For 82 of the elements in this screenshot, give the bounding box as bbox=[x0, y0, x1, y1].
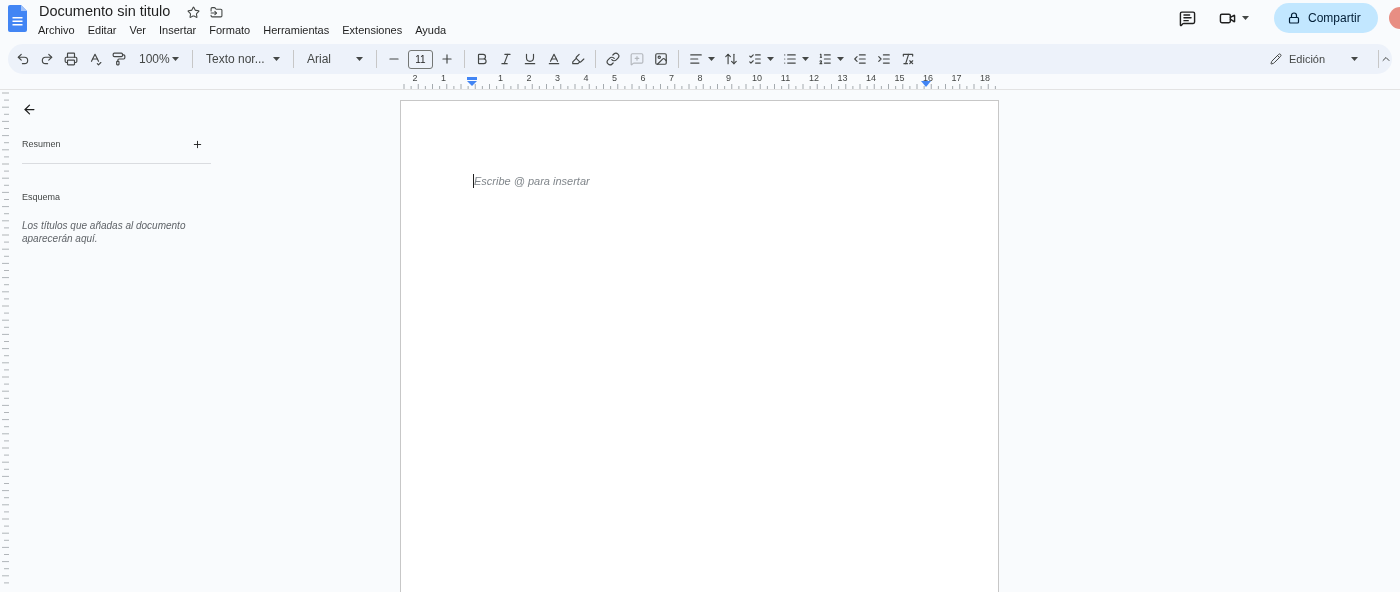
ruler-number: 1 bbox=[497, 74, 504, 83]
ruler-number: 3 bbox=[554, 74, 561, 83]
ruler-number: 14 bbox=[865, 74, 877, 83]
document-page[interactable]: Escribe @ para insertar bbox=[400, 100, 999, 592]
ruler-number: 12 bbox=[808, 74, 820, 83]
ruler-number: 5 bbox=[611, 74, 618, 83]
ruler-number: 2 bbox=[411, 74, 419, 83]
ruler-number: 4 bbox=[582, 74, 590, 83]
ruler-number: 11 bbox=[779, 74, 792, 83]
outline-empty-message: Los títulos que añadas al documento aparecerán aquí. bbox=[22, 219, 187, 245]
menu-item[interactable]: Formato bbox=[209, 21, 251, 39]
numbered-list-icon bbox=[817, 52, 832, 66]
italic-icon bbox=[499, 52, 513, 66]
menu-item[interactable]: Archivo bbox=[38, 21, 75, 39]
paint-roller-icon bbox=[112, 52, 126, 66]
toolbar-dropdown[interactable]: Texto nor... bbox=[198, 47, 288, 71]
ruler-number: 10 bbox=[751, 74, 763, 83]
ruler-number: 9 bbox=[725, 74, 732, 83]
share-button[interactable]: Compartir bbox=[1274, 3, 1378, 33]
ruler-number: 18 bbox=[979, 74, 991, 83]
image-icon bbox=[654, 52, 668, 66]
star-icon bbox=[187, 5, 201, 19]
caret-icon bbox=[707, 57, 715, 61]
indent-increase-icon bbox=[877, 52, 891, 66]
caret-icon bbox=[172, 57, 179, 61]
caret-icon bbox=[1242, 16, 1249, 20]
pencil-icon bbox=[1270, 53, 1282, 65]
ruler-number: 17 bbox=[950, 74, 963, 83]
mode-dropdown[interactable]: Edición bbox=[1268, 47, 1368, 71]
docs-logo-icon[interactable] bbox=[8, 5, 27, 32]
caret-icon bbox=[1351, 57, 1358, 61]
comments-icon[interactable] bbox=[1179, 9, 1196, 27]
ruler-number: 13 bbox=[836, 74, 849, 83]
menu-item[interactable]: Insertar bbox=[158, 21, 197, 39]
ruler-number: 8 bbox=[696, 74, 704, 83]
indent-marker[interactable] bbox=[467, 77, 477, 86]
caret-icon bbox=[766, 57, 774, 61]
caret-icon bbox=[801, 57, 809, 61]
menu-item[interactable]: Ayuda bbox=[415, 21, 447, 39]
plus-icon bbox=[440, 52, 454, 66]
align-left-icon bbox=[688, 52, 703, 66]
ruler-number: 6 bbox=[639, 74, 647, 83]
link-icon bbox=[606, 52, 620, 66]
ruler-number: 15 bbox=[893, 74, 906, 83]
line-spacing-icon bbox=[724, 52, 738, 66]
add-comment-icon bbox=[630, 52, 644, 66]
back-arrow-icon[interactable] bbox=[22, 102, 37, 117]
add-summary-icon[interactable] bbox=[192, 139, 203, 151]
ruler-number: 7 bbox=[668, 74, 675, 83]
caret-icon bbox=[273, 57, 280, 61]
printer-icon bbox=[64, 52, 78, 66]
text-color-icon bbox=[547, 52, 561, 66]
spellcheck-icon bbox=[88, 52, 102, 66]
bold-icon bbox=[475, 52, 489, 66]
redo-icon bbox=[40, 52, 54, 66]
menu-item[interactable]: Extensiones bbox=[342, 21, 403, 39]
summary-label: Resumen bbox=[22, 138, 61, 151]
caret-icon bbox=[356, 57, 363, 61]
menu-item[interactable]: Editar bbox=[87, 21, 117, 39]
menu-item[interactable]: Ver bbox=[129, 21, 146, 39]
document-title[interactable]: Documento sin titulo bbox=[38, 1, 172, 23]
ruler-number: 2 bbox=[525, 74, 533, 83]
toolbar-dropdown[interactable]: 100% bbox=[131, 47, 187, 71]
lock-icon bbox=[1288, 12, 1300, 24]
font-size-field[interactable]: 11 bbox=[408, 49, 433, 69]
outline-label: Esquema bbox=[22, 190, 62, 204]
indent-marker[interactable] bbox=[921, 81, 931, 87]
star-button[interactable] bbox=[187, 5, 201, 19]
toolbar-dropdown[interactable]: Arial bbox=[299, 47, 371, 71]
undo-icon bbox=[16, 52, 30, 66]
highlighter-icon bbox=[571, 52, 585, 66]
underline-icon bbox=[523, 52, 537, 66]
menu-item[interactable]: Herramientas bbox=[263, 21, 330, 39]
clear-formatting-icon bbox=[901, 52, 915, 66]
caret-icon bbox=[836, 57, 844, 61]
ruler-number: 1 bbox=[440, 74, 447, 83]
bulleted-list-icon bbox=[782, 52, 797, 66]
move-button[interactable] bbox=[210, 5, 224, 19]
placeholder-text: Escribe @ para insertar bbox=[474, 174, 590, 189]
checklist-icon bbox=[747, 52, 762, 66]
folder-icon bbox=[210, 5, 224, 19]
indent-decrease-icon bbox=[853, 52, 867, 66]
